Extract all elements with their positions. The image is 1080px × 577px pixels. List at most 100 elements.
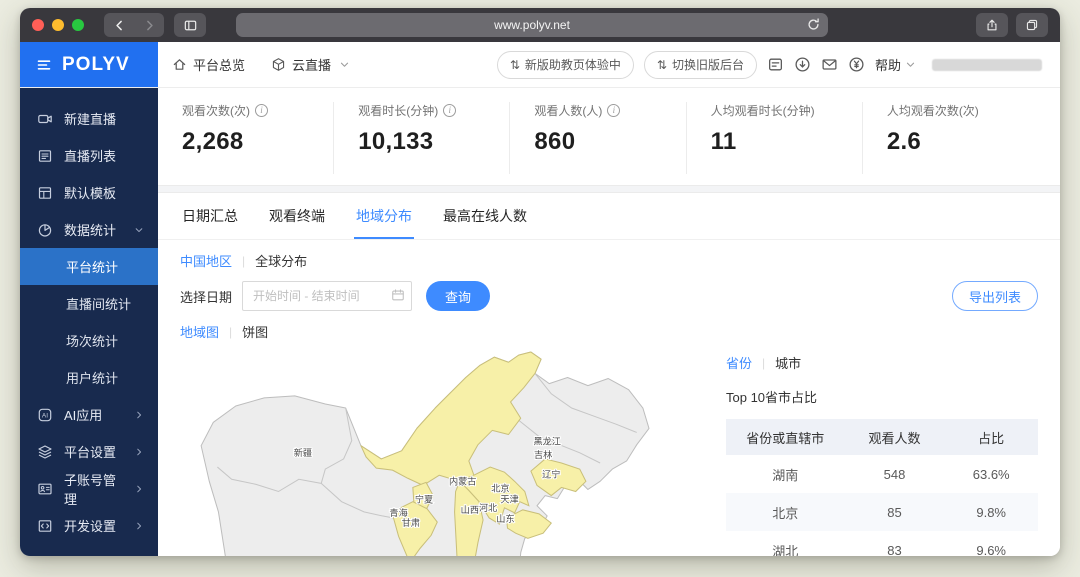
sidebar-item-subaccount-management[interactable]: 子账号管理 <box>20 470 158 507</box>
filter-row: 选择日期 查询 导出列表 <box>158 274 1060 311</box>
pie-chart-icon <box>37 222 53 238</box>
map-label: 山东 <box>496 513 514 524</box>
table-header-row: 省份或直辖市 观看人数 占比 <box>726 419 1038 455</box>
coin-icon <box>848 56 865 73</box>
download-button[interactable] <box>794 56 811 73</box>
sidebar-item-label: 开发设置 <box>64 516 123 535</box>
table-row: 湖南 548 63.6% <box>726 455 1038 493</box>
map-label: 北京 <box>491 483 509 494</box>
info-icon[interactable]: i <box>607 104 620 117</box>
window-controls <box>32 19 84 31</box>
messages-button[interactable] <box>821 56 838 73</box>
nav-platform-overview[interactable]: 平台总览 <box>172 55 245 74</box>
global-distribution-link[interactable]: 全球分布 <box>255 251 307 270</box>
stat-value: 860 <box>534 128 685 156</box>
sidebar-subitem-session-statistics[interactable]: 场次统计 <box>20 322 158 359</box>
export-list-button[interactable]: 导出列表 <box>952 281 1038 311</box>
province-link[interactable]: 省份 <box>726 353 752 372</box>
table-row: 湖北 83 9.6% <box>726 531 1038 556</box>
province-city-toggle: 省份 | 城市 <box>726 353 1038 372</box>
new-assistant-page-label: 新版助教页体验中 <box>525 56 621 73</box>
url-text: www.polyv.net <box>494 18 570 32</box>
china-map-svg[interactable]: 新疆 黑龙江 吉林 辽宁 内蒙古 北京 天津 河北 山西 山东 宁夏 青海 甘肃 <box>172 349 672 556</box>
chevron-right-icon <box>134 521 144 531</box>
query-button[interactable]: 查询 <box>426 281 490 311</box>
account-name-redacted[interactable] <box>932 59 1042 71</box>
city-link[interactable]: 城市 <box>775 353 801 372</box>
sidebar-item-developer-settings[interactable]: 开发设置 <box>20 507 158 544</box>
cell-percent: 9.8% <box>944 493 1038 531</box>
sidebar-item-data-statistics[interactable]: 数据统计 <box>20 211 158 248</box>
switch-old-console-button[interactable]: ⇅ 切换旧版后台 <box>644 51 757 79</box>
sidebar-item-label: 默认模板 <box>64 183 144 202</box>
nav-cloud-live[interactable]: 云直播 <box>271 55 350 74</box>
sidebar-item-ai-apps[interactable]: AI AI应用 <box>20 396 158 433</box>
address-bar[interactable]: www.polyv.net <box>236 13 828 37</box>
stat-value: 10,133 <box>358 128 509 156</box>
stat-label: 观看时长(分钟) <box>358 102 438 119</box>
chevron-right-icon <box>134 447 144 457</box>
feedback-button[interactable] <box>767 56 784 73</box>
refresh-icon[interactable] <box>806 17 821 35</box>
stat-label: 观看人数(人) <box>534 102 602 119</box>
close-window-button[interactable] <box>32 19 44 31</box>
map-label: 天津 <box>500 495 518 505</box>
date-range-input[interactable] <box>242 281 412 311</box>
code-icon <box>37 518 53 534</box>
swap-icon: ⇅ <box>510 58 520 72</box>
top10-table: 省份或直辖市 观看人数 占比 湖南 548 63.6% <box>726 419 1038 556</box>
sidebar-item-platform-settings[interactable]: 平台设置 <box>20 433 158 470</box>
chevron-left-icon <box>113 19 126 32</box>
new-assistant-page-button[interactable]: ⇅ 新版助教页体验中 <box>497 51 634 79</box>
template-icon <box>37 185 53 201</box>
map-label: 吉林 <box>534 449 552 460</box>
home-icon <box>172 57 187 72</box>
info-icon[interactable]: i <box>255 104 268 117</box>
cell-province: 湖北 <box>726 531 845 556</box>
chevron-down-icon <box>134 225 144 235</box>
sidebar-item-live-list[interactable]: 直播列表 <box>20 137 158 174</box>
sidebar-subitem-label: 用户统计 <box>66 368 118 387</box>
tab-view-terminal[interactable]: 观看终端 <box>267 193 327 239</box>
sidebar-subitem-user-statistics[interactable]: 用户统计 <box>20 359 158 396</box>
top10-panel: 省份 | 城市 Top 10省市占比 省份或直辖市 观看人数 占比 <box>726 345 1060 556</box>
sidebar-item-default-template[interactable]: 默认模板 <box>20 174 158 211</box>
menu-icon[interactable] <box>36 57 52 73</box>
polyv-logo[interactable]: POLYV <box>20 42 158 87</box>
help-menu[interactable]: 帮助 <box>875 55 916 74</box>
share-button[interactable] <box>976 13 1008 37</box>
map-label: 宁夏 <box>415 494 433 505</box>
map-label: 甘肃 <box>402 517 420 528</box>
map-label: 黑龙江 <box>533 436 560 447</box>
nav-cloud-live-label: 云直播 <box>292 55 331 74</box>
cell-percent: 63.6% <box>944 455 1038 493</box>
tab-date-summary[interactable]: 日期汇总 <box>180 193 240 239</box>
zoom-window-button[interactable] <box>72 19 84 31</box>
pie-view-link[interactable]: 饼图 <box>242 322 268 341</box>
stat-label: 人均观看次数(次) <box>887 102 979 119</box>
sidebar-toggle-button[interactable] <box>174 13 206 37</box>
minimize-window-button[interactable] <box>52 19 64 31</box>
forward-button[interactable] <box>134 13 164 37</box>
map-view-link[interactable]: 地域图 <box>180 322 219 341</box>
china-map[interactable]: 新疆 黑龙江 吉林 辽宁 内蒙古 北京 天津 河北 山西 山东 宁夏 青海 甘肃 <box>158 345 726 556</box>
tab-overview-button[interactable] <box>1016 13 1048 37</box>
info-icon[interactable]: i <box>443 104 456 117</box>
cell-viewers: 85 <box>845 493 945 531</box>
tab-max-online[interactable]: 最高在线人数 <box>441 193 529 239</box>
map-bohai-bay <box>559 492 581 510</box>
calendar-icon <box>391 288 405 307</box>
top10-title: Top 10省市占比 <box>726 387 1038 406</box>
app-header: POLYV 平台总览 云直播 ⇅ 新版助教页体验中 ⇅ 切换旧版后台 <box>20 42 1060 88</box>
back-button[interactable] <box>104 13 134 37</box>
tab-region-distribution[interactable]: 地域分布 <box>354 193 414 239</box>
help-label: 帮助 <box>875 55 901 74</box>
billing-button[interactable] <box>848 56 865 73</box>
china-region-link[interactable]: 中国地区 <box>180 251 232 270</box>
browser-window: www.polyv.net POLYV 平台总览 <box>20 8 1060 556</box>
mail-icon <box>821 56 838 73</box>
sidebar-subitem-room-statistics[interactable]: 直播间统计 <box>20 285 158 322</box>
map-label: 新疆 <box>294 447 312 458</box>
sidebar-item-new-live[interactable]: 新建直播 <box>20 100 158 137</box>
sidebar-subitem-platform-statistics[interactable]: 平台统计 <box>20 248 158 285</box>
